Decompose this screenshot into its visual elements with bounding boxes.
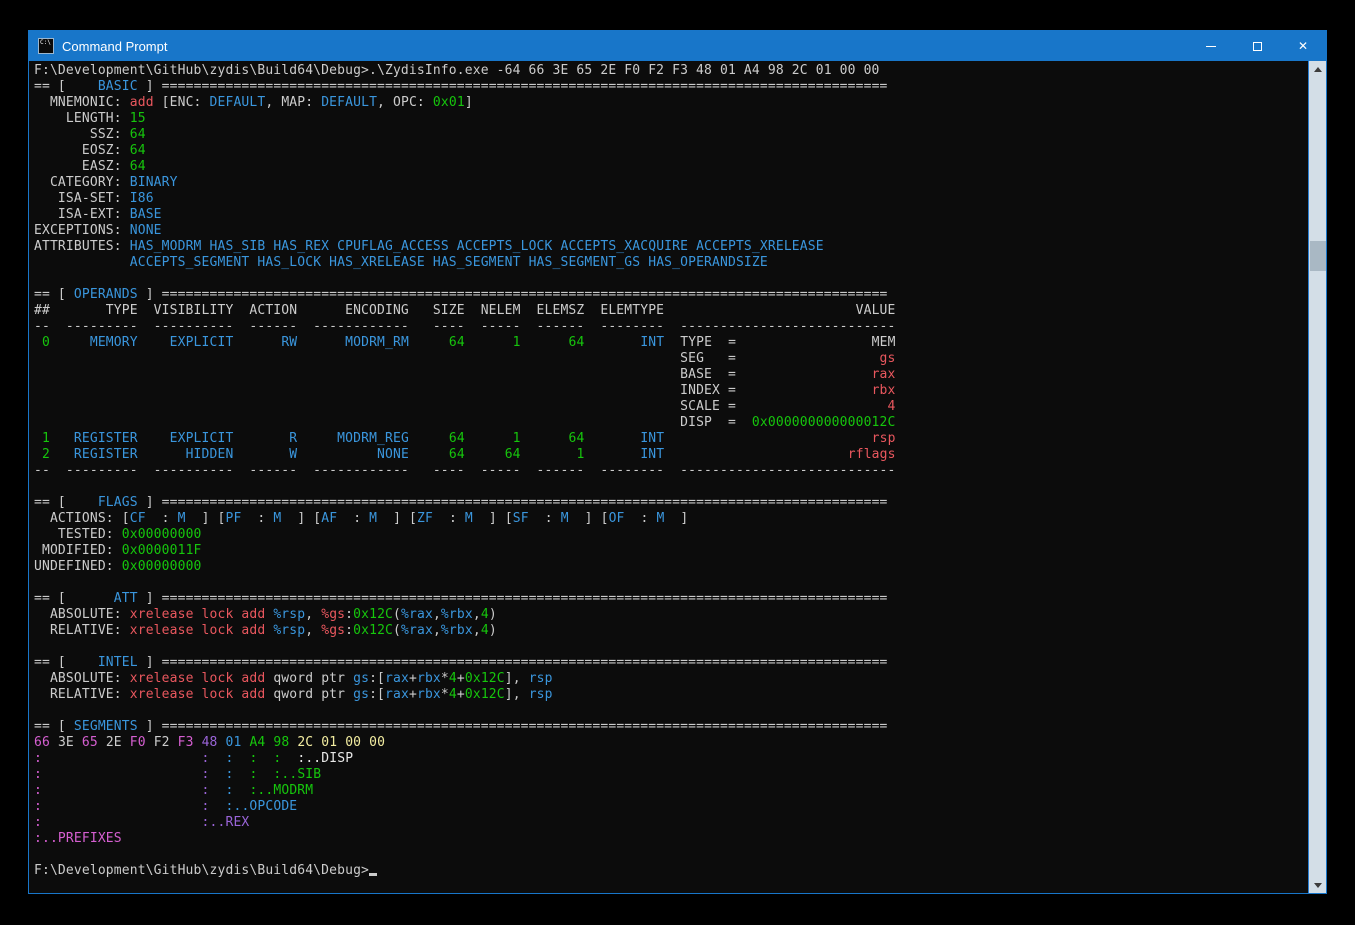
terminal-line: SCALE = 4 (34, 399, 1308, 415)
close-icon: ✕ (1298, 40, 1308, 52)
terminal-line: F:\Development\GitHub\zydis\Build64\Debu… (34, 863, 1308, 879)
title-bar[interactable]: C:\ Command Prompt ✕ (29, 31, 1326, 61)
terminal-line: MNEMONIC: add [ENC: DEFAULT, MAP: DEFAUL… (34, 95, 1308, 111)
terminal-line: EOSZ: 64 (34, 143, 1308, 159)
terminal-line: F:\Development\GitHub\zydis\Build64\Debu… (34, 63, 1308, 79)
maximize-button[interactable] (1234, 31, 1280, 61)
terminal-line: == [ SEGMENTS ] ========================… (34, 719, 1308, 735)
terminal-line: RELATIVE: xrelease lock add %rsp, %gs:0x… (34, 623, 1308, 639)
terminal-line: ISA-EXT: BASE (34, 207, 1308, 223)
terminal-line: 66 3E 65 2E F0 F2 F3 48 01 A4 98 2C 01 0… (34, 735, 1308, 751)
terminal-line: 0 MEMORY EXPLICIT RW MODRM_RM 64 1 64 IN… (34, 335, 1308, 351)
terminal-line: ACTIONS: [CF : M ] [PF : M ] [AF : M ] [… (34, 511, 1308, 527)
scrollbar-thumb[interactable] (1310, 241, 1326, 271)
maximize-icon (1253, 42, 1262, 51)
terminal-line: == [ ATT ] =============================… (34, 591, 1308, 607)
terminal-viewport[interactable]: F:\Development\GitHub\zydis\Build64\Debu… (29, 61, 1308, 893)
arrow-up-icon (1314, 67, 1322, 72)
terminal-line: 1 REGISTER EXPLICIT R MODRM_REG 64 1 64 … (34, 431, 1308, 447)
window-title: Command Prompt (62, 39, 167, 54)
terminal-line: == [ BASIC ] ===========================… (34, 79, 1308, 95)
terminal-line: : : : : : :..DISP (34, 751, 1308, 767)
terminal-line: 2 REGISTER HIDDEN W NONE 64 64 1 INT rfl… (34, 447, 1308, 463)
terminal-line: : :..REX (34, 815, 1308, 831)
terminal-line: TESTED: 0x00000000 (34, 527, 1308, 543)
terminal-line: UNDEFINED: 0x00000000 (34, 559, 1308, 575)
terminal-line: : : :..OPCODE (34, 799, 1308, 815)
terminal-line: : : : : :..SIB (34, 767, 1308, 783)
terminal-content: F:\Development\GitHub\zydis\Build64\Debu… (29, 61, 1326, 893)
terminal-line: : : : :..MODRM (34, 783, 1308, 799)
terminal-line (34, 575, 1308, 591)
terminal-line: CATEGORY: BINARY (34, 175, 1308, 191)
text-cursor (369, 873, 377, 876)
terminal-line: ACCEPTS_SEGMENT HAS_LOCK HAS_XRELEASE HA… (34, 255, 1308, 271)
window-controls: ✕ (1188, 31, 1326, 61)
terminal-line: == [ INTEL ] ===========================… (34, 655, 1308, 671)
terminal-window: C:\ Command Prompt ✕ F:\Development\GitH… (28, 30, 1327, 894)
terminal-line (34, 639, 1308, 655)
terminal-line: -- --------- ---------- ------ ---------… (34, 463, 1308, 479)
terminal-line: :..PREFIXES (34, 831, 1308, 847)
scrollbar[interactable] (1308, 61, 1326, 893)
terminal-line: DISP = 0x000000000000012C (34, 415, 1308, 431)
scroll-up-button[interactable] (1310, 61, 1326, 77)
terminal-line: == [ FLAGS ] ===========================… (34, 495, 1308, 511)
minimize-icon (1206, 46, 1216, 47)
terminal-line: EXCEPTIONS: NONE (34, 223, 1308, 239)
cmd-icon-text: C:\ (39, 39, 51, 46)
terminal-line: RELATIVE: xrelease lock add qword ptr gs… (34, 687, 1308, 703)
minimize-button[interactable] (1188, 31, 1234, 61)
terminal-line (34, 847, 1308, 863)
terminal-line: EASZ: 64 (34, 159, 1308, 175)
terminal-line: MODIFIED: 0x0000011F (34, 543, 1308, 559)
terminal-line: == [ OPERANDS ] ========================… (34, 287, 1308, 303)
terminal-line: ## TYPE VISIBILITY ACTION ENCODING SIZE … (34, 303, 1308, 319)
terminal-line: SEG = gs (34, 351, 1308, 367)
terminal-line: ABSOLUTE: xrelease lock add qword ptr gs… (34, 671, 1308, 687)
terminal-line: ISA-SET: I86 (34, 191, 1308, 207)
cmd-icon[interactable]: C:\ (38, 38, 54, 54)
close-button[interactable]: ✕ (1280, 31, 1326, 61)
terminal-line (34, 479, 1308, 495)
scrollbar-track[interactable] (1310, 77, 1326, 877)
terminal-line (34, 271, 1308, 287)
terminal-line: SSZ: 64 (34, 127, 1308, 143)
terminal-line: LENGTH: 15 (34, 111, 1308, 127)
terminal-line: -- --------- ---------- ------ ---------… (34, 319, 1308, 335)
arrow-down-icon (1314, 883, 1322, 888)
scroll-down-button[interactable] (1310, 877, 1326, 893)
terminal-line: INDEX = rbx (34, 383, 1308, 399)
terminal-line: ABSOLUTE: xrelease lock add %rsp, %gs:0x… (34, 607, 1308, 623)
terminal-line: BASE = rax (34, 367, 1308, 383)
terminal-line: ATTRIBUTES: HAS_MODRM HAS_SIB HAS_REX CP… (34, 239, 1308, 255)
terminal-line (34, 703, 1308, 719)
